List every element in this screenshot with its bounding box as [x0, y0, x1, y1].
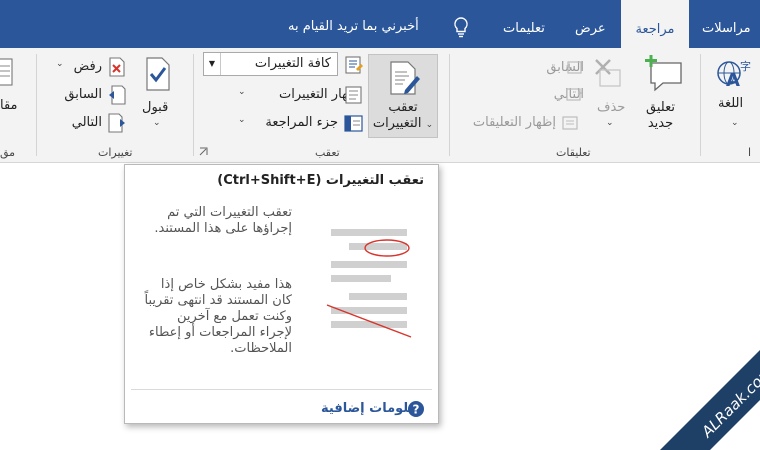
previous-change-icon [109, 85, 126, 105]
changes-next-label: التالي [71, 115, 102, 130]
ribbon-tab-bar: مراسلات مراجعة عرض تعليمات أخبرني بما تر… [0, 0, 760, 48]
language-group-label: ا [748, 146, 752, 159]
language-icon[interactable]: A 字 [716, 56, 752, 90]
track-changes-label-line2: التغييرات ⌄ [369, 116, 437, 133]
show-markup-icon [345, 86, 362, 104]
track-changes-label-text: التغييرات [372, 116, 422, 131]
track-changes-label-line1: تعقب [388, 100, 418, 115]
compare-group-label: مق [0, 146, 16, 159]
reject-icon [109, 57, 125, 77]
reviewing-pane-button[interactable]: جزء المراجعة [265, 113, 338, 133]
display-for-review-icon [345, 56, 363, 74]
chevron-down-icon: ⌄ [606, 118, 614, 128]
changes-previous-label: السابق [64, 87, 102, 102]
tab-review[interactable]: مراجعة [621, 0, 689, 48]
changes-previous-button[interactable]: السابق [64, 85, 102, 105]
markup-select-value: كافة التغييرات [254, 56, 331, 71]
tooltip-divider [131, 389, 432, 390]
tracked-document-illustration-icon [326, 229, 412, 338]
group-separator [36, 54, 37, 156]
tell-me-label: أخبرني بما تريد القيام به [288, 19, 419, 34]
next-comment-icon [566, 88, 582, 101]
compare-icon[interactable] [0, 58, 14, 88]
chevron-down-icon: ⌄ [731, 118, 739, 128]
markup-select[interactable]: كافة التغييرات ▼ [203, 52, 338, 76]
show-comments-label: إظهار التعليقات [472, 115, 556, 130]
tell-me-search[interactable]: أخبرني بما تريد القيام به [288, 19, 419, 34]
chevron-down-icon: ⌄ [56, 59, 64, 69]
new-comment-label-line1: تعليق [646, 100, 675, 115]
track-changes-button[interactable]: تعقب التغييرات ⌄ [368, 54, 438, 138]
new-comment-icon[interactable] [643, 55, 685, 93]
lightbulb-icon [454, 17, 468, 38]
show-comments-button: إظهار التعليقات [473, 113, 556, 133]
tooltip-description: تعقب التغييرات التي تم إجراؤها على هذا ا… [154, 205, 292, 236]
group-separator [700, 54, 701, 156]
tab-view[interactable]: عرض [575, 0, 606, 48]
reject-label: رفض [73, 59, 102, 74]
language-button-label[interactable]: اللغة [718, 96, 743, 112]
comments-group-label: تعليقات [556, 146, 591, 159]
compare-label[interactable]: مقا [0, 98, 18, 114]
chevron-down-icon: ⌄ [425, 120, 434, 130]
chevron-down-icon: ⌄ [153, 118, 161, 128]
site-watermark: ALRaak.com [660, 350, 760, 450]
group-separator [449, 54, 450, 156]
new-comment-label[interactable]: تعليق جديد [646, 100, 675, 132]
accept-label[interactable]: قبول [142, 100, 168, 116]
dropdown-arrow-icon: ▼ [204, 53, 221, 75]
chevron-down-icon: ⌄ [238, 115, 246, 125]
tooltip-title: تعقب التغييرات (Ctrl+Shift+E) [217, 173, 424, 188]
tracking-group-label: تعقب [315, 146, 340, 159]
changes-group-label: تغييرات [98, 146, 133, 159]
help-icon: ? [408, 401, 424, 417]
reviewing-pane-label: جزء المراجعة [265, 115, 338, 130]
svg-text:字: 字 [740, 59, 751, 73]
changes-next-button[interactable]: التالي [72, 113, 102, 133]
track-changes-icon [390, 61, 420, 95]
chevron-down-icon: ⌄ [238, 87, 246, 97]
delete-comment-label: حذف [597, 100, 626, 115]
track-changes-tooltip: تعقب التغييرات (Ctrl+Shift+E) تعقب التغي… [124, 164, 439, 424]
dialog-launcher-icon[interactable] [199, 147, 209, 157]
tooltip-details: هذا مفيد بشكل خاص إذا كان المستند قد انت… [144, 277, 292, 356]
delete-comment-icon [595, 59, 621, 87]
new-comment-label-line2: جديد [647, 116, 674, 131]
svg-text:?: ? [413, 403, 420, 417]
next-change-icon [108, 113, 125, 133]
reject-button[interactable]: رفض [74, 57, 102, 77]
reviewing-pane-icon [344, 115, 363, 132]
accept-icon[interactable] [144, 57, 172, 91]
tab-help[interactable]: تعليمات [503, 0, 545, 48]
group-separator [193, 54, 194, 156]
previous-comment-icon [566, 61, 582, 74]
svg-text:A: A [726, 70, 740, 90]
track-changes-label: تعقب التغييرات ⌄ [369, 100, 437, 133]
tab-mailings[interactable]: مراسلات [702, 0, 751, 48]
show-comments-icon [562, 116, 578, 130]
